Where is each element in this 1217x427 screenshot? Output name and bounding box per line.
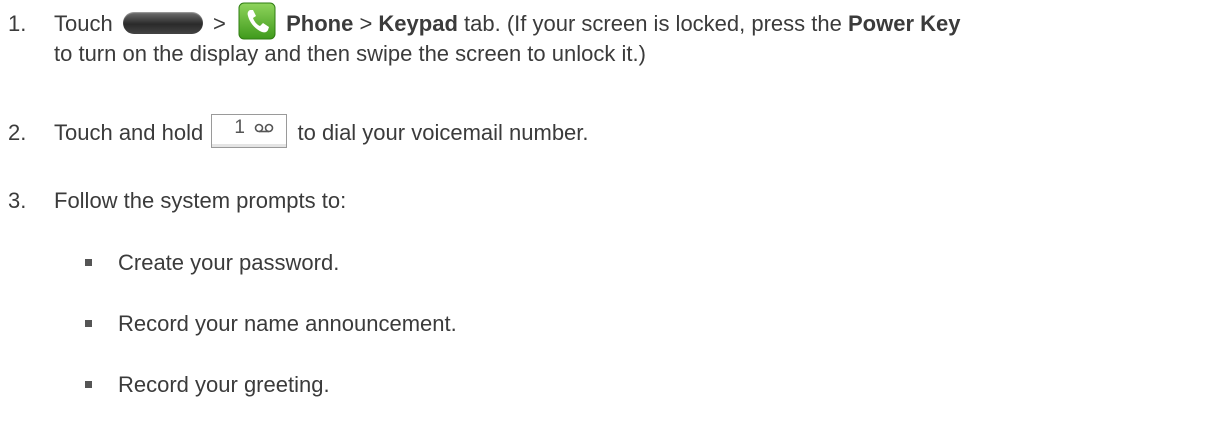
step-2: 2. Touch and hold 1 to dial your voicemai… bbox=[8, 114, 1208, 149]
bullet-icon bbox=[85, 381, 92, 388]
step-text: tab. (If your screen is locked, press th… bbox=[464, 11, 842, 36]
phone-label: Phone bbox=[286, 11, 354, 36]
step-number: 3. bbox=[8, 188, 27, 213]
keypad-label: Keypad bbox=[378, 11, 458, 36]
list-item-text: Create your password. bbox=[118, 250, 340, 275]
separator: > bbox=[212, 11, 226, 36]
step-3: 3. Follow the system prompts to: bbox=[8, 185, 1208, 217]
home-key-icon bbox=[122, 12, 203, 34]
bullet-icon bbox=[85, 320, 92, 327]
step-1-continuation: to turn on the display and then swipe th… bbox=[54, 41, 646, 66]
voicemail-icon bbox=[255, 123, 274, 133]
list-item: Create your password. bbox=[85, 247, 339, 279]
bullet-icon bbox=[85, 259, 92, 266]
step-text: Touch and hold bbox=[54, 120, 204, 145]
step-text: Touch bbox=[54, 11, 113, 36]
step-number: 1. bbox=[8, 11, 27, 36]
power-key-label: Power Key bbox=[848, 11, 961, 36]
list-item-text: Record your name announcement. bbox=[118, 311, 457, 336]
key-digit: 1 bbox=[234, 117, 245, 138]
list-item: Record your greeting. bbox=[85, 369, 330, 401]
step-text: to dial your voicemail number. bbox=[297, 120, 589, 145]
step-1: 1. Touch > Phone > Keypad tab. (If your s… bbox=[8, 2, 1208, 40]
separator: > bbox=[359, 11, 373, 36]
step-number: 2. bbox=[8, 120, 27, 145]
list-item: Record your name announcement. bbox=[85, 308, 457, 340]
step-text: Follow the system prompts to: bbox=[54, 188, 347, 213]
phone-app-icon bbox=[238, 2, 276, 40]
voicemail-key-icon: 1 bbox=[211, 114, 288, 148]
list-item-text: Record your greeting. bbox=[118, 372, 330, 397]
instruction-page: 1. Touch > Phone > Keypad tab. (If your s… bbox=[0, 0, 1217, 427]
